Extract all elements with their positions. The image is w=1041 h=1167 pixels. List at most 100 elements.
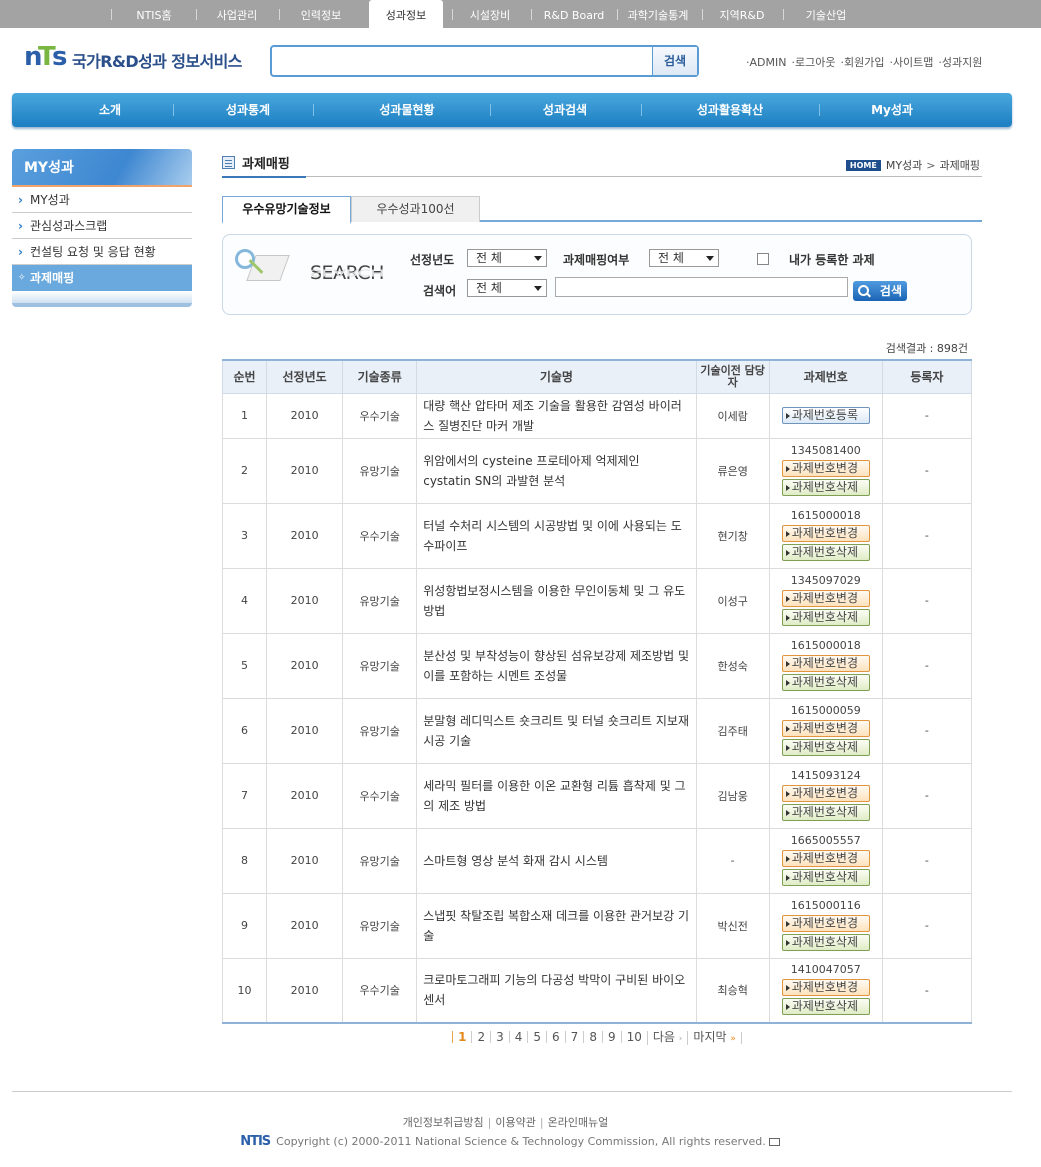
gnb-item-statistics[interactable]: 성과통계 — [200, 93, 296, 127]
sidebar-item-consulting[interactable]: 컨설팅 요청 및 응답 현황 — [12, 239, 192, 265]
site-name: 국가R&D성과 정보서비스 — [72, 52, 242, 71]
topnav-item-facilities[interactable]: 시설장비 — [457, 0, 523, 28]
change-project-button[interactable]: 과제번호변경 — [781, 654, 870, 672]
page-link[interactable]: 4 — [508, 1031, 528, 1043]
divider — [173, 104, 174, 116]
cell-no: 3 — [221, 502, 268, 569]
topnav-item-regional-rnd[interactable]: 지역R&D — [710, 0, 774, 28]
divider — [702, 9, 703, 20]
cell-registrant: - — [881, 502, 973, 569]
change-project-button[interactable]: 과제번호변경 — [781, 719, 870, 737]
link-sitemap[interactable]: ·사이트맵 — [889, 56, 933, 69]
gnb-item-intro[interactable]: 소개 — [62, 93, 158, 127]
page-link[interactable]: 9 — [601, 1031, 621, 1043]
keyword-input[interactable] — [555, 277, 848, 297]
home-icon[interactable]: HOME — [845, 159, 881, 171]
table-row: 3 2010 우수기술 터널 수처리 시스템의 시공방법 및 이에 사용되는 도수파이… — [221, 502, 973, 569]
page-link[interactable]: 7 — [564, 1031, 584, 1043]
gnb-item-search[interactable]: 성과검색 — [517, 93, 613, 127]
cell-year: 2010 — [266, 892, 344, 959]
topnav-item-tech-industry[interactable]: 기술산업 — [793, 0, 859, 28]
link-logout[interactable]: ·로그아웃 — [791, 56, 835, 69]
change-project-button[interactable]: 과제번호변경 — [781, 914, 870, 932]
change-project-button[interactable]: 과제번호변경 — [781, 589, 870, 607]
page-link[interactable]: 5 — [527, 1031, 546, 1043]
register-project-button[interactable]: 과제번호등록 — [781, 407, 870, 424]
delete-project-button[interactable]: 과제번호삭제 — [781, 608, 870, 626]
project-number: 1415093124 — [790, 768, 861, 782]
tab-excellent-tech[interactable]: 우수유망기술정보 — [222, 196, 351, 224]
change-project-button[interactable]: 과제번호변경 — [781, 459, 870, 477]
keyword-type-value: 전 체 — [476, 281, 502, 295]
page-link[interactable]: 6 — [546, 1031, 565, 1043]
page-header: 과제매핑 HOME MY성과 > 과제매핑 — [222, 149, 982, 178]
mail-icon[interactable] — [768, 1138, 780, 1146]
change-project-button[interactable]: 과제번호변경 — [781, 849, 870, 867]
divider — [819, 104, 820, 116]
page-link[interactable]: 1 — [452, 1031, 471, 1043]
breadcrumb-item[interactable]: MY성과 — [886, 157, 922, 173]
search-button[interactable]: 검색 — [853, 281, 907, 301]
delete-project-button[interactable]: 과제번호삭제 — [781, 933, 870, 951]
my-task-checkbox[interactable] — [757, 253, 769, 265]
site-logo[interactable]: nTs 국가R&D성과 정보서비스 — [24, 42, 242, 75]
delete-project-button[interactable]: 과제번호삭제 — [781, 543, 870, 561]
link-support[interactable]: ·성과지원 — [938, 56, 982, 69]
cell-tech-name: 터널 수처리 시스템의 시공방법 및 이에 사용되는 도수파이프 — [416, 502, 697, 569]
sidebar-item-scrap[interactable]: 관심성과스크랩 — [12, 213, 192, 239]
manual-link[interactable]: 온라인매뉴얼 — [548, 1116, 609, 1129]
change-project-button[interactable]: 과제번호변경 — [781, 784, 870, 802]
cell-tech-name: 분산성 및 부착성능이 향상된 섬유보강제 제조방법 및 이를 포함하는 시멘트… — [416, 632, 697, 699]
privacy-policy-link[interactable]: 개인정보취급방침 — [403, 1116, 484, 1129]
gnb-item-my-performance[interactable]: My성과 — [844, 93, 940, 127]
terms-link[interactable]: 이용약관 — [495, 1116, 535, 1129]
page-link[interactable]: 2 — [471, 1031, 490, 1043]
global-search-input[interactable] — [276, 50, 650, 72]
link-signup[interactable]: ·회원가입 — [840, 56, 884, 69]
page-link[interactable]: 10 — [620, 1031, 647, 1043]
sidebar-item-my-performance[interactable]: MY성과 — [12, 187, 192, 213]
cell-project: 1615000059 과제번호변경 과제번호삭제 — [768, 697, 883, 764]
delete-project-button[interactable]: 과제번호삭제 — [781, 998, 870, 1016]
divider — [111, 9, 112, 20]
topnav-item-project-mgmt[interactable]: 사업관리 — [203, 0, 271, 28]
global-search-button[interactable]: 검색 — [652, 47, 697, 75]
project-number: 1345097029 — [790, 573, 861, 587]
delete-project-button[interactable]: 과제번호삭제 — [781, 803, 870, 821]
page-link[interactable]: 3 — [490, 1031, 509, 1043]
topnav-item-statistics[interactable]: 과학기술통계 — [621, 0, 695, 28]
cell-no: 2 — [221, 437, 268, 504]
link-admin[interactable]: ·ADMIN — [746, 56, 786, 69]
topnav-item-performance[interactable]: 성과정보 — [369, 0, 443, 30]
cell-project: 1410047057 과제번호변경 과제번호삭제 — [768, 957, 883, 1024]
change-project-button[interactable]: 과제번호변경 — [781, 524, 870, 542]
tab-top100[interactable]: 우수성과100선 — [351, 196, 480, 222]
delete-project-button[interactable]: 과제번호삭제 — [781, 738, 870, 756]
keyword-type-select[interactable]: 전 체 — [467, 279, 547, 297]
gnb-item-utilization[interactable]: 성과활용확산 — [674, 93, 786, 127]
delete-project-button[interactable]: 과제번호삭제 — [781, 478, 870, 496]
delete-project-button[interactable]: 과제번호삭제 — [781, 868, 870, 886]
column-header: 등록자 — [881, 359, 973, 394]
cell-year: 2010 — [266, 697, 344, 764]
table-row: 2 2010 유망기술 위암에서의 cysteine 프로테아제 억제제인 cysta… — [221, 437, 973, 504]
next-page-link[interactable]: 다음 › — [646, 1031, 688, 1045]
cell-project: 1345097029 과제번호변경 과제번호삭제 — [768, 567, 883, 634]
table-row: 8 2010 유망기술 스마트형 영상 분석 화재 감시 시스템 -1665005557… — [221, 827, 973, 894]
sidebar-item-task-mapping[interactable]: 과제매핑 — [12, 265, 192, 291]
page-link[interactable]: 8 — [583, 1031, 602, 1043]
year-select-value: 전 체 — [476, 251, 502, 265]
ntis-logo-mark: nTs — [24, 42, 68, 72]
cell-type: 우수기술 — [342, 957, 418, 1024]
gnb-item-outputs[interactable]: 성과물현황 — [348, 93, 466, 127]
mapping-select[interactable]: 전 체 — [649, 249, 719, 267]
topnav-item-ntis-home[interactable]: NTIS홈 — [120, 0, 188, 28]
topnav-item-personnel[interactable]: 인력정보 — [287, 0, 355, 28]
change-project-button[interactable]: 과제번호변경 — [781, 979, 870, 997]
topnav-item-rnd-board[interactable]: R&D Board — [538, 0, 610, 28]
year-select[interactable]: 전 체 — [467, 249, 547, 267]
last-page-link[interactable]: 마지막 » — [687, 1031, 740, 1045]
cell-registrant: - — [881, 437, 973, 504]
footer-links: 개인정보취급방침 | 이용약관 | 온라인매뉴얼 — [402, 1116, 609, 1129]
delete-project-button[interactable]: 과제번호삭제 — [781, 673, 870, 691]
